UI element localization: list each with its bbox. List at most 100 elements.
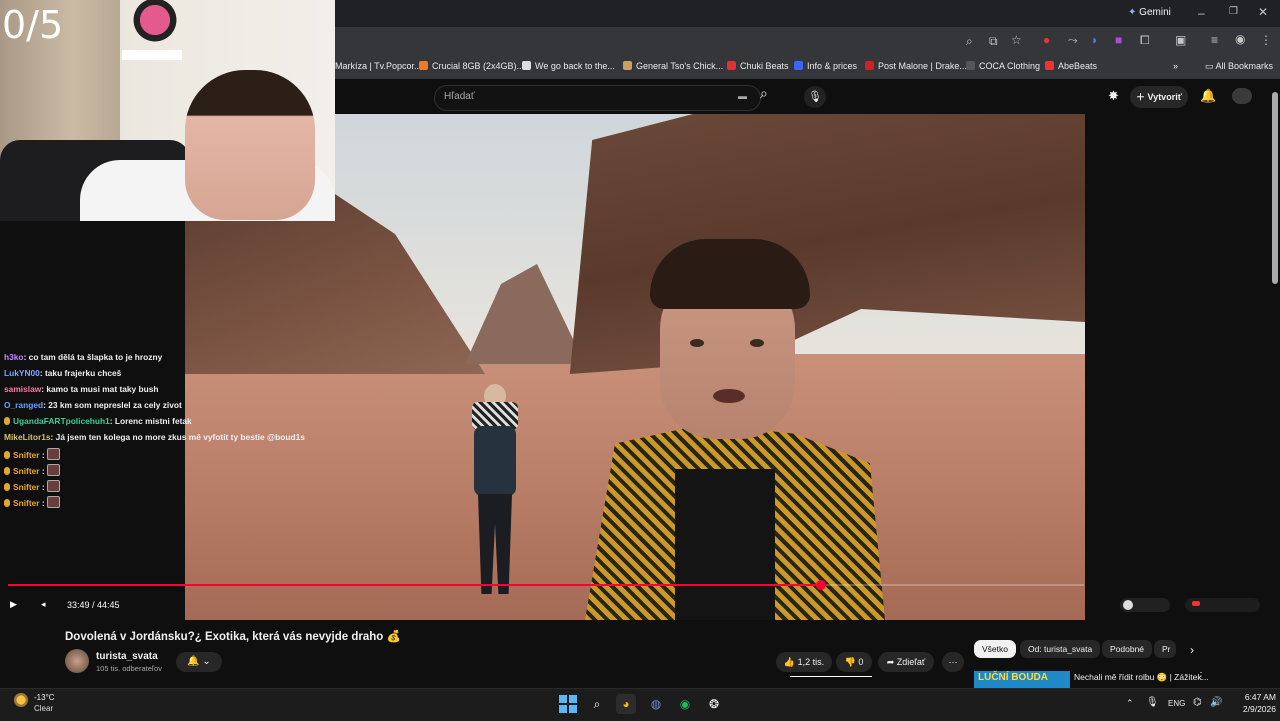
profile-avatar-icon[interactable]: ◉	[1235, 32, 1245, 46]
microphone-tray-icon[interactable]: 🎙	[1146, 697, 1159, 708]
app-icon[interactable]: ❂	[704, 694, 724, 714]
spotify-icon[interactable]: ◉	[675, 694, 695, 714]
tray-chevron-up-icon[interactable]: ⌃	[1126, 698, 1134, 709]
chat-username[interactable]: Snifter	[13, 466, 40, 476]
chat-message: samislaw: kamo ta musi mat taky bush	[4, 384, 159, 394]
clock-time[interactable]: 6:47 AM	[1236, 692, 1276, 702]
channel-avatar[interactable]	[65, 649, 89, 673]
player-settings-group[interactable]	[1185, 598, 1260, 612]
chat-username[interactable]: Snifter	[13, 482, 40, 492]
chevron-right-icon[interactable]: ›	[1190, 643, 1194, 657]
minimize-icon[interactable]: –	[1198, 6, 1205, 20]
bookmark-item[interactable]: Info & prices	[794, 61, 857, 71]
channel-name[interactable]: turista_svata	[96, 651, 158, 662]
chat-badge-icon	[4, 467, 10, 475]
bookmark-item[interactable]: General Tso's Chick...	[623, 61, 723, 71]
gemini-button[interactable]: ✦ Gemini	[1128, 7, 1171, 18]
share-button[interactable]: ➦ Zdieľať	[878, 652, 934, 672]
bookmark-item[interactable]: Chuki Beats	[727, 61, 789, 71]
bookmark-item[interactable]: COCA Clothing	[966, 61, 1040, 71]
progress-scrubber[interactable]	[816, 580, 826, 590]
bookmark-item[interactable]: Markíza | Tv.Popcor...	[335, 61, 422, 71]
chat-username[interactable]: samislaw	[4, 384, 41, 394]
extension-icon[interactable]: ◗	[1091, 33, 1098, 47]
more-actions-icon[interactable]: ⋯	[942, 652, 964, 672]
volume-icon[interactable]: ◂	[41, 599, 46, 610]
bookmark-item[interactable]: Post Malone | Drake...	[865, 61, 967, 71]
autoplay-toggle[interactable]	[1120, 598, 1170, 612]
weather-icon[interactable]	[14, 693, 28, 707]
network-icon[interactable]: ⌬	[1193, 697, 1202, 708]
chat-message: Snifter :	[4, 464, 60, 476]
media-icon[interactable]: ≡	[1211, 33, 1218, 47]
bookmark-label: Info & prices	[807, 61, 858, 71]
share-icon: ➦	[886, 657, 895, 667]
extension-icon[interactable]: ■	[1115, 33, 1122, 47]
extension-icon[interactable]: ●	[1043, 33, 1050, 47]
chat-emote-icon	[46, 448, 60, 460]
chat-text: : Lorenc mistni fetak	[109, 416, 192, 426]
chip-similar[interactable]: Podobné	[1102, 640, 1153, 658]
zoom-icon[interactable]: ⌕	[966, 34, 973, 49]
chip-all[interactable]: Všetko	[974, 640, 1016, 658]
chat-message: MikeLitor1s: Já jsem ten kolega no more …	[4, 432, 305, 442]
stream-counter: 0/5	[2, 3, 64, 47]
bookmark-item[interactable]: Crucial 8GB (2x4GB)...	[419, 61, 524, 71]
chip-channel[interactable]: Od: turista_svata	[1020, 640, 1101, 658]
recommended-menu-icon[interactable]: ⋮	[1196, 671, 1206, 682]
bookmark-label: Post Malone | Drake...	[878, 61, 967, 71]
clock-date[interactable]: 2/9/2026	[1230, 704, 1276, 714]
microphone-icon[interactable]: 🎙	[804, 86, 826, 108]
chat-badge-icon	[4, 483, 10, 491]
speaker-icon[interactable]: 🔊	[1210, 697, 1222, 708]
account-avatar[interactable]	[1232, 88, 1252, 104]
extension-icon[interactable]: ⤳	[1068, 33, 1078, 48]
keyboard-icon[interactable]: ▬	[738, 91, 747, 101]
bookmark-item[interactable]: We go back to the...	[522, 61, 615, 71]
side-panel-icon[interactable]: ▣	[1175, 33, 1186, 47]
subscription-bell-button[interactable]: 🔔 ⌄	[176, 652, 222, 672]
progress-bar-fill	[8, 584, 821, 586]
bookmark-item[interactable]: AbeBeats	[1045, 61, 1097, 71]
chat-username[interactable]: O_ranged	[4, 400, 43, 410]
search-taskbar-icon[interactable]: ⌕	[587, 694, 607, 714]
share-label: Zdieľať	[896, 657, 926, 667]
bell-icon: 🔔	[187, 656, 200, 667]
bookmarks-overflow-chevron-icon[interactable]: »	[1173, 61, 1178, 71]
chat-username[interactable]: LukYN00	[4, 368, 40, 378]
search-input[interactable]	[434, 85, 761, 111]
restore-icon[interactable]: ❐	[1229, 6, 1238, 17]
bookmark-star-icon[interactable]: ☆	[1011, 33, 1022, 47]
create-button[interactable]: ＋ Vytvoriť	[1130, 86, 1188, 108]
page-scrollbar[interactable]	[1272, 92, 1278, 284]
chrome-icon[interactable]: ◕	[616, 694, 636, 714]
play-icon[interactable]: ▶	[10, 599, 17, 610]
create-label: Vytvoriť	[1147, 92, 1183, 102]
dislike-button[interactable]: 👎 0	[836, 652, 872, 672]
like-button[interactable]: 👍 1,2 tis.	[776, 652, 832, 672]
close-icon[interactable]: ✕	[1258, 5, 1268, 19]
premium-sparkle-icon[interactable]: ✸	[1108, 88, 1119, 104]
chat-username[interactable]: Snifter	[13, 498, 40, 508]
chat-username[interactable]: UgandaFARTpolicehuh1	[13, 416, 110, 426]
notifications-bell-icon[interactable]: 🔔	[1200, 88, 1216, 104]
windows-start-icon[interactable]	[558, 694, 578, 714]
chip-partial[interactable]: Pr	[1154, 640, 1176, 658]
bookmark-favicon	[865, 61, 874, 70]
cast-icon[interactable]: ⧉	[989, 34, 998, 49]
recommended-title[interactable]: Nechali mě řídit rolbu 😳 | Zážitek...	[1074, 672, 1209, 683]
pause-icon	[1123, 600, 1133, 610]
menu-icon[interactable]: ⋮	[1260, 33, 1272, 47]
chat-text: : taku frajerku chceš	[39, 368, 122, 378]
search-icon[interactable]: ⌕	[760, 85, 790, 109]
discord-icon[interactable]: ◍	[646, 694, 666, 714]
extensions-puzzle-icon[interactable]: ⧠	[1140, 33, 1150, 48]
address-bar-row: ⌕ ⧉ ☆ ● ⤳ ◗ ■ ⧠ ▣ ≡ ◉ ⋮	[335, 27, 1280, 55]
player-time: 33:49 / 44:45	[67, 600, 120, 610]
bookmark-label: Markíza | Tv.Popcor...	[335, 61, 422, 71]
chat-username[interactable]: h3ko	[4, 352, 24, 362]
chat-username[interactable]: MikeLitor1s	[4, 432, 51, 442]
chat-username[interactable]: Snifter	[13, 450, 40, 460]
all-bookmarks-folder[interactable]: ▭ All Bookmarks	[1205, 61, 1273, 72]
input-language[interactable]: ENG	[1168, 699, 1185, 708]
